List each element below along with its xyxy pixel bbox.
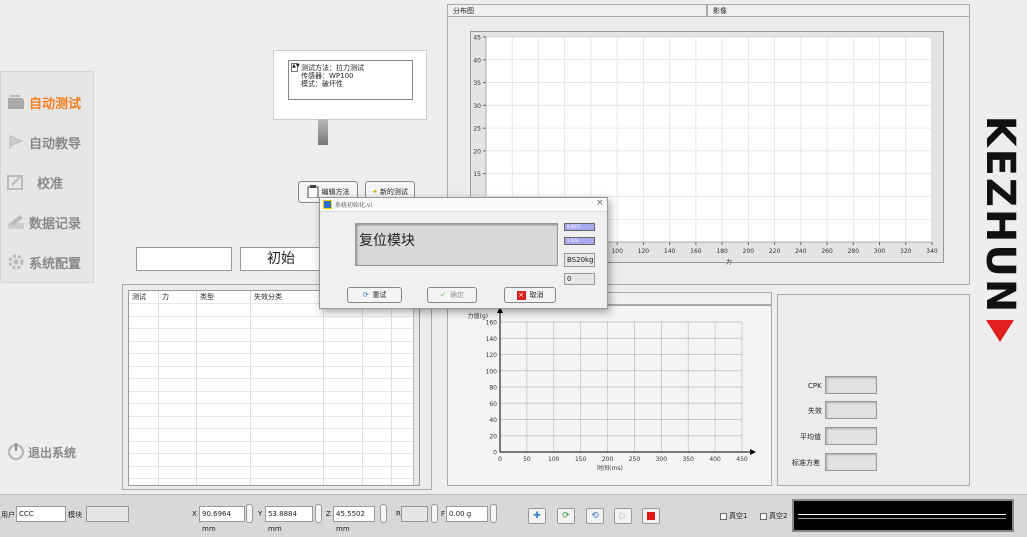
x-tick-label: 200 (602, 456, 614, 463)
vacuum2-label: 真空2 (769, 512, 788, 520)
z-label: Z (326, 510, 331, 518)
value-indicator-2: 1.074 (564, 237, 595, 245)
refresh-icon: ⟳ (362, 291, 369, 299)
play-button[interactable]: ▷ (614, 508, 632, 524)
refresh-button[interactable]: ⟳ (557, 508, 575, 524)
reset-button[interactable]: ⟳ 重试 (347, 287, 402, 303)
y-tick-label: 120 (486, 352, 498, 359)
vacuum1-label: 真空1 (729, 512, 748, 520)
cpk-value (825, 376, 877, 394)
y-axis-label: 力值(g) (468, 312, 489, 320)
x-field: 90.6964 mm (199, 506, 245, 533)
checkbox-icon (720, 512, 727, 520)
stop-icon (647, 512, 655, 520)
confirm-button[interactable]: ✔ 确定 (427, 287, 477, 303)
checkbox-icon (760, 512, 767, 520)
r-slider-handle[interactable] (431, 504, 438, 523)
f-label: F (441, 510, 446, 518)
sync-button[interactable]: ⟲ (586, 508, 604, 524)
module-label: 模块 (68, 511, 82, 519)
y-tick-label: 40 (489, 417, 497, 424)
x-tick-label: 150 (575, 456, 587, 463)
y-tick-label: 0 (493, 450, 497, 457)
mean-label: 平均值 (800, 433, 821, 441)
plus-icon: ✚ (533, 511, 541, 521)
cancel-button[interactable]: × 取消 (504, 287, 556, 303)
f-field: 0.00 g (446, 506, 488, 522)
x-tick-label: 400 (709, 456, 721, 463)
y-tick-label: 100 (486, 368, 498, 375)
x-tick-label: 0 (498, 456, 502, 463)
fail-label: 失效 (808, 407, 822, 415)
x-tick-label: 50 (523, 456, 531, 463)
fail-value (825, 401, 877, 419)
signal-trace (798, 514, 1006, 515)
x-tick-label: 250 (629, 456, 641, 463)
user-field[interactable]: CCC (16, 506, 66, 522)
x-axis-arrow (750, 449, 756, 455)
x-tick-label: 300 (656, 456, 668, 463)
x-label: X (192, 510, 197, 518)
x-axis-label: 时间(ms) (597, 464, 623, 472)
sensor-field: BS20kg (564, 253, 595, 267)
y-label: Y (258, 510, 263, 518)
y-field: 53.8884 mm (265, 506, 313, 533)
y-tick-label: 160 (486, 320, 498, 327)
signal-trace (798, 518, 1006, 519)
check-icon: ✔ (440, 291, 446, 299)
vacuum1-checkbox[interactable]: 真空1 (720, 511, 747, 521)
z-field: 45.5502 mm (333, 506, 375, 533)
count-field: 0 (564, 273, 595, 285)
cpk-label: CPK (808, 382, 822, 390)
x-slider-handle[interactable] (246, 504, 253, 523)
user-label: 用户 (1, 511, 15, 519)
sync-icon: ⟲ (591, 511, 599, 521)
reset-label: 重试 (372, 291, 387, 299)
dialog-title: 系统初始化.vi (335, 202, 373, 209)
app-icon (323, 200, 332, 209)
vacuum2-checkbox[interactable]: 真空2 (760, 511, 787, 521)
play-icon: ▷ (619, 511, 627, 521)
refresh-icon: ⟳ (562, 511, 570, 521)
x-tick-label: 350 (682, 456, 694, 463)
init-dialog: 系统初始化.vi × 复位模块 0.0671 1.074 BS20kg 0 ⟳ 重… (319, 197, 608, 309)
cancel-icon: × (516, 290, 526, 300)
z-slider-handle[interactable] (380, 504, 387, 523)
y-tick-label: 140 (486, 336, 498, 343)
stats-panel: CPK 失效 平均值 标准方差 (777, 294, 970, 486)
y-tick-label: 60 (489, 401, 497, 408)
f-slider-handle[interactable] (490, 504, 497, 523)
stop-button[interactable] (642, 508, 660, 524)
brand-triangle (986, 320, 1014, 342)
std-label: 标准方差 (792, 459, 820, 467)
r-field (401, 506, 428, 522)
close-icon[interactable]: × (596, 198, 604, 208)
dialog-message: 复位模块 (355, 223, 558, 266)
y-slider-handle[interactable] (315, 504, 322, 523)
cancel-label: 取消 (529, 291, 544, 299)
zoom-button[interactable]: ✚ (528, 508, 546, 524)
module-field (86, 506, 129, 522)
signal-monitor (792, 499, 1014, 532)
confirm-label: 确定 (449, 291, 464, 299)
brand-text: KEZHUN (977, 115, 1023, 315)
dialog-titlebar: 系统初始化.vi × (320, 198, 607, 212)
value-indicator-1: 0.0671 (564, 223, 595, 231)
y-tick-label: 80 (489, 385, 497, 392)
y-tick-label: 20 (489, 433, 497, 440)
brand-logo: KEZHUN (977, 70, 1023, 360)
x-tick-label: 100 (548, 456, 560, 463)
x-tick-label: 450 (736, 456, 748, 463)
mean-value (825, 427, 877, 445)
std-value (825, 453, 877, 471)
